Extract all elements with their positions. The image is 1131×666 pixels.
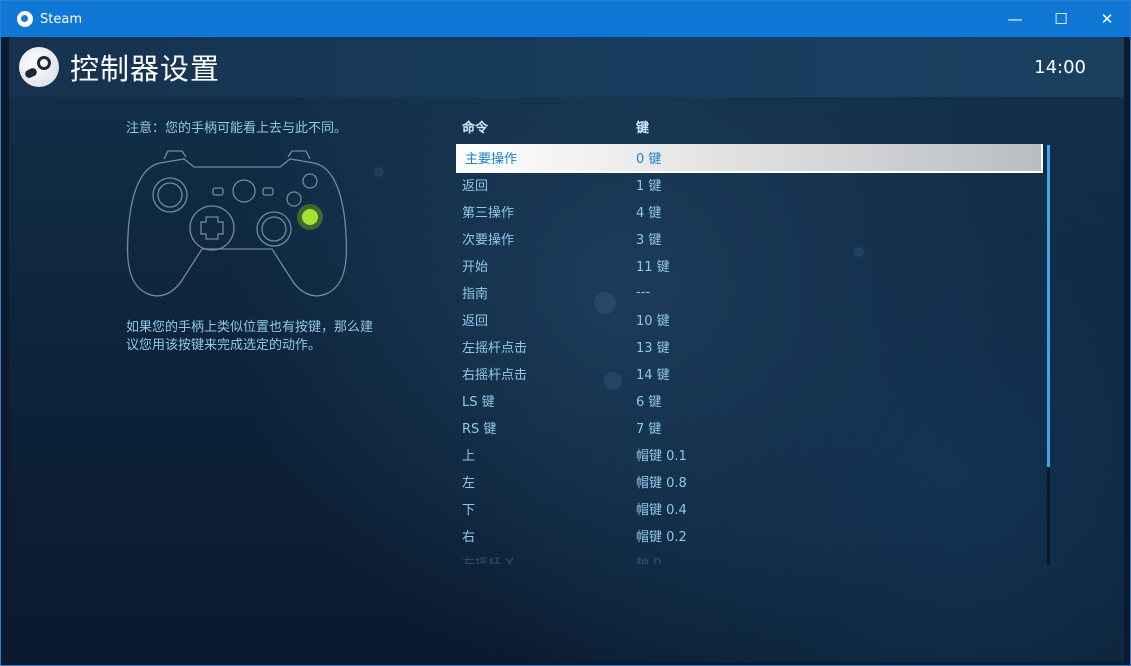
key-label: 0 键 xyxy=(636,152,662,167)
key-label: 10 键 xyxy=(636,314,670,329)
key-label: --- xyxy=(636,285,651,300)
command-label: 左摇杆 X xyxy=(462,553,514,564)
close-button[interactable]: ✕ xyxy=(1084,1,1130,37)
mapping-row[interactable]: 指南 --- xyxy=(456,279,1041,306)
steam-window: Steam — ☐ ✕ 控制器设置 14:00 注意：您的手柄可能看上去与此不同… xyxy=(0,0,1131,666)
command-label: 右摇杆点击 xyxy=(462,368,528,383)
mapping-row[interactable]: 主要操作 0 键 xyxy=(456,144,1043,173)
key-label: 7 键 xyxy=(636,422,662,437)
mapping-row[interactable]: 左摇杆点击 13 键 xyxy=(456,333,1041,360)
key-label: 11 键 xyxy=(636,260,670,275)
mapping-row[interactable]: 第三操作 4 键 xyxy=(456,198,1041,225)
mapping-row[interactable]: RS 键 7 键 xyxy=(456,414,1041,441)
command-label: 指南 xyxy=(462,287,489,302)
key-label: 帽键 0.1 xyxy=(636,449,687,464)
column-header-command: 命令 xyxy=(462,121,489,136)
key-label: 13 键 xyxy=(636,341,670,356)
mapping-row[interactable]: 开始 11 键 xyxy=(456,252,1041,279)
command-label: 返回 xyxy=(462,179,489,194)
key-label: 6 键 xyxy=(636,395,662,410)
mapping-row[interactable]: 次要操作 3 键 xyxy=(456,225,1041,252)
big-picture-content: 控制器设置 14:00 注意：您的手柄可能看上去与此不同。 如果您的手柄上类似位… xyxy=(9,37,1124,662)
key-label: 帽键 0.4 xyxy=(636,503,687,518)
mapping-row[interactable]: 左摇杆 X 轴 0 xyxy=(456,549,1041,564)
key-label: 帽键 0.8 xyxy=(636,476,687,491)
gamepad-diagram-icon xyxy=(126,150,348,297)
mapping-row[interactable]: 左 帽键 0.8 xyxy=(456,468,1041,495)
key-label: 帽键 0.2 xyxy=(636,530,687,545)
window-title: Steam xyxy=(40,11,82,27)
clock: 14:00 xyxy=(1034,57,1086,78)
key-label: 14 键 xyxy=(636,368,670,383)
steam-logo-icon xyxy=(19,47,59,87)
mapping-row[interactable]: 返回 10 键 xyxy=(456,306,1041,333)
command-label: 右 xyxy=(462,530,476,545)
maximize-button[interactable]: ☐ xyxy=(1038,1,1084,37)
command-label: 次要操作 xyxy=(462,233,515,248)
background-bokeh xyxy=(374,167,384,177)
key-label: 1 键 xyxy=(636,179,662,194)
mapping-row[interactable]: LS 键 6 键 xyxy=(456,387,1041,414)
scrollbar-thumb[interactable] xyxy=(1047,145,1050,467)
window-controls: — ☐ ✕ xyxy=(992,1,1130,37)
command-label: 返回 xyxy=(462,314,489,329)
key-label: 3 键 xyxy=(636,233,662,248)
key-label: 轴 0 xyxy=(636,553,661,564)
command-label: RS 键 xyxy=(462,422,497,437)
mapping-list: 主要操作 0 键 返回 1 键 第三操作 4 键 次要操作 3 键 开始 11 … xyxy=(456,144,1046,564)
command-label: 开始 xyxy=(462,260,489,275)
title-bar: Steam — ☐ ✕ xyxy=(1,1,1130,37)
command-label: 下 xyxy=(462,503,476,518)
mapping-row[interactable]: 下 帽键 0.4 xyxy=(456,495,1041,522)
minimize-button[interactable]: — xyxy=(992,1,1038,37)
mapping-row[interactable]: 右 帽键 0.2 xyxy=(456,522,1041,549)
header-bar: 控制器设置 14:00 xyxy=(9,37,1124,97)
command-label: LS 键 xyxy=(462,395,495,410)
page-title: 控制器设置 xyxy=(70,52,221,86)
mapping-row[interactable]: 右摇杆点击 14 键 xyxy=(456,360,1041,387)
command-label: 左 xyxy=(462,476,476,491)
command-label: 主要操作 xyxy=(465,152,518,167)
command-label: 上 xyxy=(462,449,476,464)
command-label: 左摇杆点击 xyxy=(462,341,528,356)
column-header-key: 键 xyxy=(636,121,650,136)
key-label: 4 键 xyxy=(636,206,662,221)
hint-text: 如果您的手柄上类似位置也有按键，那么建议您用该按键来完成选定的动作。 xyxy=(126,320,374,353)
notice-text: 注意：您的手柄可能看上去与此不同。 xyxy=(126,121,348,136)
mapping-row[interactable]: 返回 1 键 xyxy=(456,171,1041,198)
mapping-row[interactable]: 上 帽键 0.1 xyxy=(456,441,1041,468)
steam-icon xyxy=(17,11,33,27)
command-label: 第三操作 xyxy=(462,206,515,221)
